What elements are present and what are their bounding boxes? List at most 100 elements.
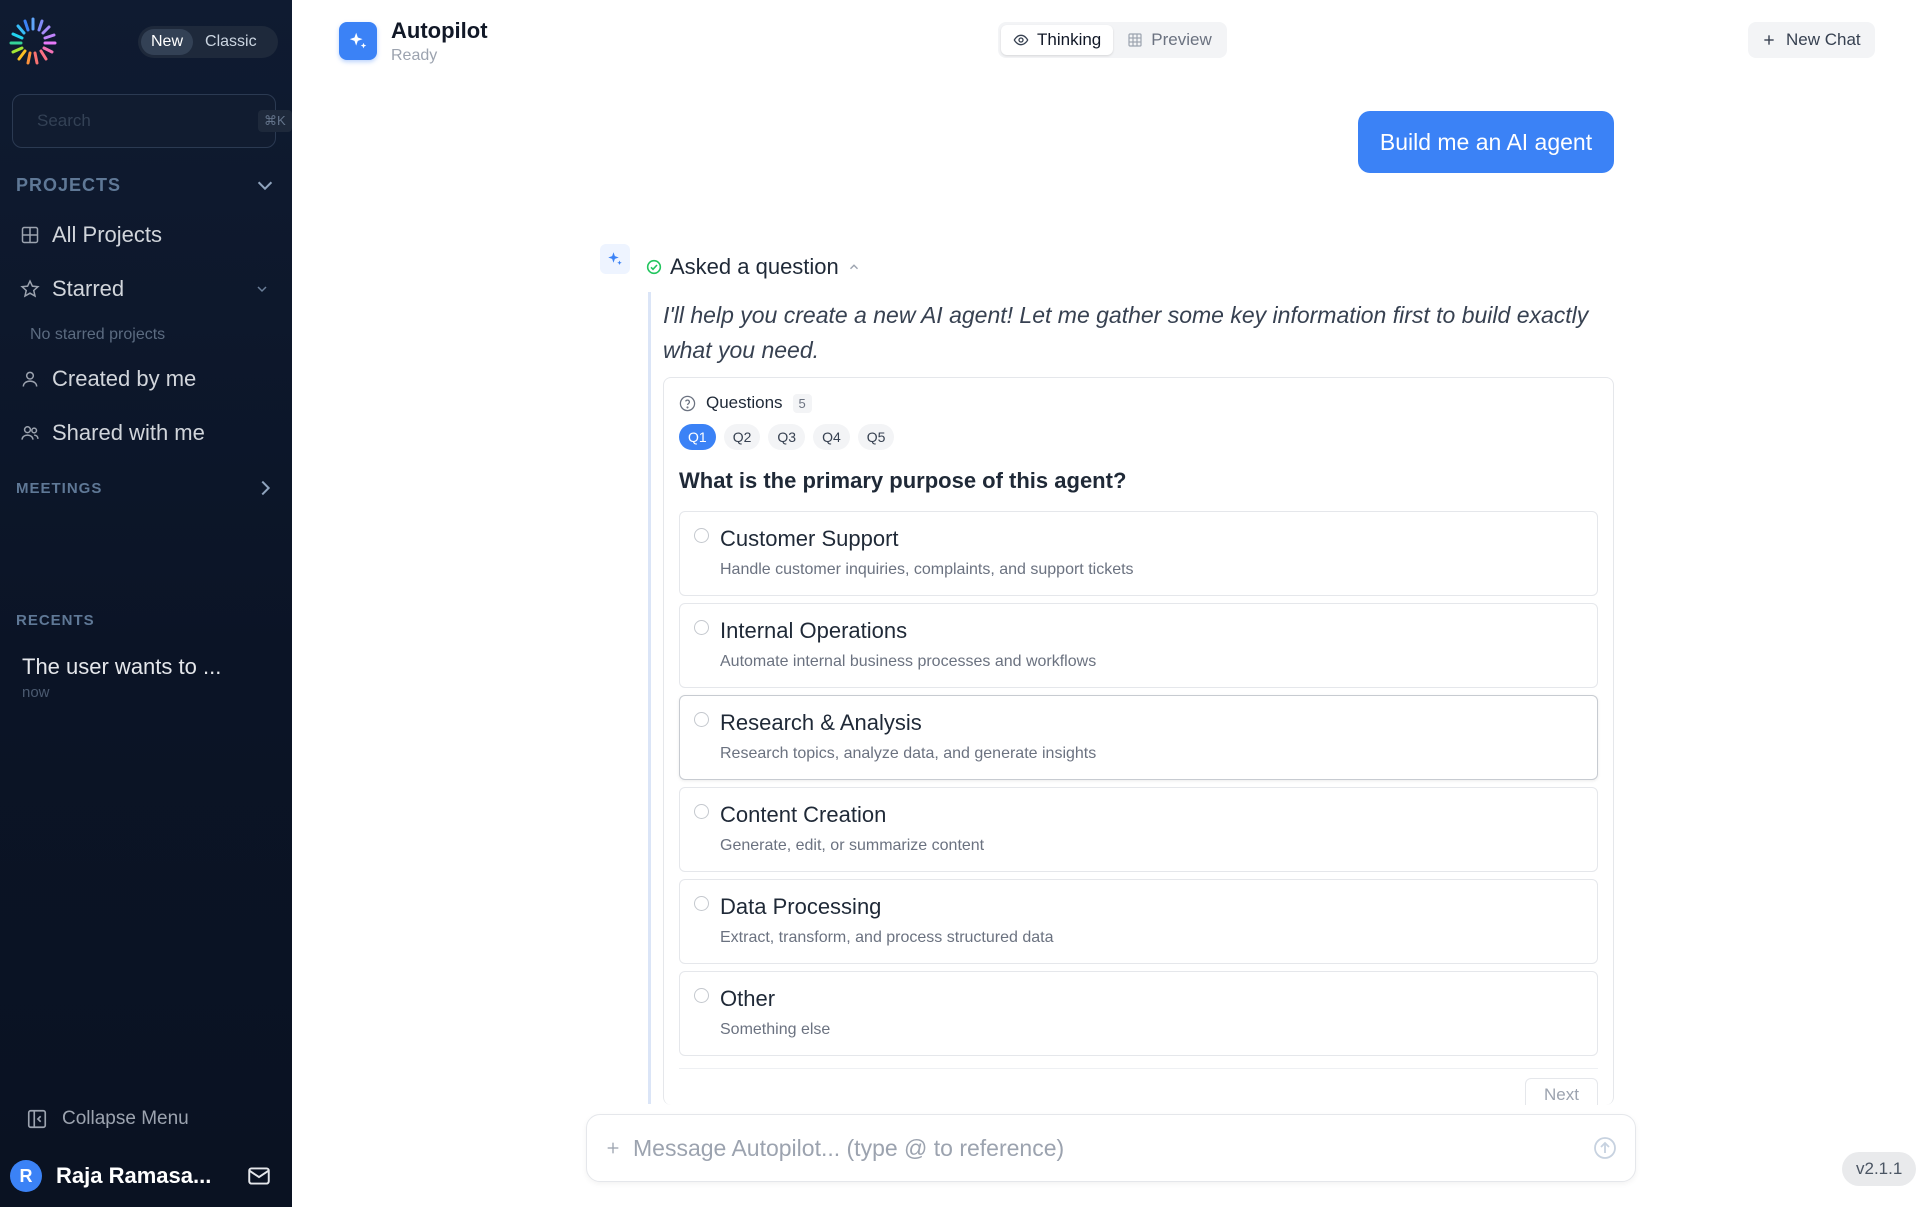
user-name: Raja Ramasa... (56, 1163, 212, 1188)
question-tabs: Q1 Q2 Q3 Q4 Q5 (679, 424, 895, 450)
option-description: Automate internal business processes and… (720, 653, 1097, 670)
sidebar-item-created-by-me[interactable]: Created by me (20, 366, 270, 392)
projects-section-header[interactable]: PROJECTS (16, 174, 276, 196)
question-title: What is the primary purpose of this agen… (679, 468, 1127, 493)
star-icon (20, 279, 40, 298)
chevron-down-icon (257, 181, 273, 191)
radio-button[interactable] (694, 712, 709, 727)
view-toggle: Thinking Preview (998, 22, 1227, 58)
new-chat-button[interactable]: New Chat (1748, 22, 1875, 58)
autopilot-app-icon (339, 22, 377, 60)
option-customer-support[interactable]: Customer Support Handle customer inquiri… (679, 511, 1598, 596)
check-circle-icon (646, 259, 662, 275)
tab-q2[interactable]: Q2 (723, 424, 761, 450)
option-internal-operations[interactable]: Internal Operations Automate internal bu… (679, 603, 1598, 688)
user-icon (22, 371, 38, 387)
sidebar-item-starred[interactable]: Starred (20, 276, 270, 302)
sidebar-collapse-icon (27, 1109, 47, 1129)
step-header[interactable]: Asked a question (646, 254, 861, 280)
questions-header-label: Questions (706, 393, 783, 412)
recents-section-header: RECENTS (16, 612, 276, 629)
collapse-menu-button[interactable]: Collapse Menu (26, 1108, 189, 1130)
collapse-menu-label: Collapse Menu (62, 1108, 189, 1129)
option-data-processing[interactable]: Data Processing Extract, transform, and … (679, 879, 1598, 964)
questions-footer: Next (679, 1068, 1598, 1105)
grid-icon (21, 226, 39, 244)
step-label: Asked a question (670, 254, 839, 279)
option-content-creation[interactable]: Content Creation Generate, edit, or summ… (679, 787, 1598, 872)
table-icon (1128, 33, 1142, 47)
option-description: Extract, transform, and process structur… (720, 929, 1054, 946)
option-label: Other (720, 986, 776, 1011)
mode-new-button[interactable]: New (141, 29, 194, 55)
avatar: R (10, 1160, 42, 1192)
brand-logo-icon[interactable] (8, 16, 58, 66)
eye-icon (1013, 34, 1029, 46)
option-label: Customer Support (720, 526, 899, 551)
tab-thinking-label: Thinking (1037, 30, 1102, 49)
tab-preview-label: Preview (1151, 30, 1212, 49)
sparkles-icon (608, 252, 622, 265)
sidebar-item-label: Created by me (52, 366, 197, 391)
sparkles-icon (349, 32, 367, 49)
recents-header-label: RECENTS (16, 612, 95, 629)
option-description: Handle customer inquiries, complaints, a… (720, 561, 1134, 578)
recent-chat-title: The user wants to ... (22, 654, 222, 679)
message-composer (586, 1114, 1636, 1182)
answer-options: Customer Support Handle customer inquiri… (679, 511, 1598, 1063)
recent-chat-time: now (22, 684, 50, 701)
mode-classic-button[interactable]: Classic (195, 29, 267, 55)
sidebar-item-label: All Projects (52, 222, 163, 247)
thread-line (648, 292, 651, 1104)
sidebar-item-all-projects[interactable]: All Projects (20, 222, 270, 248)
radio-button[interactable] (694, 988, 709, 1003)
option-label: Data Processing (720, 894, 882, 919)
new-chat-label: New Chat (1786, 30, 1861, 49)
radio-button[interactable] (694, 620, 709, 635)
users-icon (21, 426, 39, 440)
tab-q1[interactable]: Q1 (679, 424, 716, 450)
option-label: Research & Analysis (720, 710, 922, 735)
option-label: Internal Operations (720, 618, 908, 643)
plus-icon (1764, 35, 1774, 45)
radio-button[interactable] (694, 804, 709, 819)
help-circle-icon (679, 395, 696, 411)
radio-button[interactable] (694, 528, 709, 543)
message-input[interactable] (633, 1134, 1593, 1162)
option-research-analysis[interactable]: Research & Analysis Research topics, ana… (679, 695, 1598, 780)
tab-thinking[interactable]: Thinking (1001, 25, 1114, 55)
sidebar-item-label: Starred (52, 276, 125, 301)
projects-header-label: PROJECTS (16, 174, 122, 195)
chevron-right-icon (261, 480, 271, 496)
option-label: Content Creation (720, 802, 887, 827)
version-badge: v2.1.1 (1842, 1152, 1917, 1186)
questions-count-badge: 5 (792, 393, 812, 413)
option-description: Generate, edit, or summarize content (720, 837, 985, 854)
search-input[interactable] (37, 111, 258, 131)
user-profile-row[interactable]: R Raja Ramasa... (10, 1160, 272, 1192)
tab-q4[interactable]: Q4 (813, 424, 850, 450)
user-message-bubble: Build me an AI agent (1358, 111, 1614, 173)
send-arrow-up-icon[interactable] (1593, 1136, 1617, 1160)
plus-icon[interactable] (605, 1140, 621, 1156)
chevron-up-icon (849, 264, 858, 270)
mail-icon[interactable] (246, 1163, 272, 1189)
option-other[interactable]: Other Something else (679, 971, 1598, 1056)
meetings-header-label: MEETINGS (16, 479, 103, 497)
sidebar: New Classic ⌘K PROJECTS All Projects Sta… (0, 0, 292, 1207)
questions-card: Questions 5 Q1 Q2 Q3 Q4 Q5 What is the p… (663, 377, 1614, 1105)
option-description: Research topics, analyze data, and gener… (720, 745, 1097, 762)
meetings-section-header[interactable]: MEETINGS (16, 477, 276, 499)
assistant-intro-text: I'll help you create a new AI agent! Let… (663, 302, 1589, 363)
questions-header: Questions 5 (679, 393, 812, 413)
search-box: ⌘K (12, 94, 292, 148)
tab-preview[interactable]: Preview (1115, 25, 1223, 55)
recent-chat-item[interactable]: The user wants to ... now (22, 654, 221, 701)
tab-q5[interactable]: Q5 (857, 424, 895, 450)
sidebar-item-shared-with-me[interactable]: Shared with me (20, 420, 270, 446)
next-button[interactable]: Next (1525, 1078, 1598, 1105)
tab-q3[interactable]: Q3 (768, 424, 806, 450)
mode-toggle: New Classic (138, 26, 278, 58)
radio-button[interactable] (694, 896, 709, 911)
chevron-down-icon[interactable] (254, 281, 270, 297)
